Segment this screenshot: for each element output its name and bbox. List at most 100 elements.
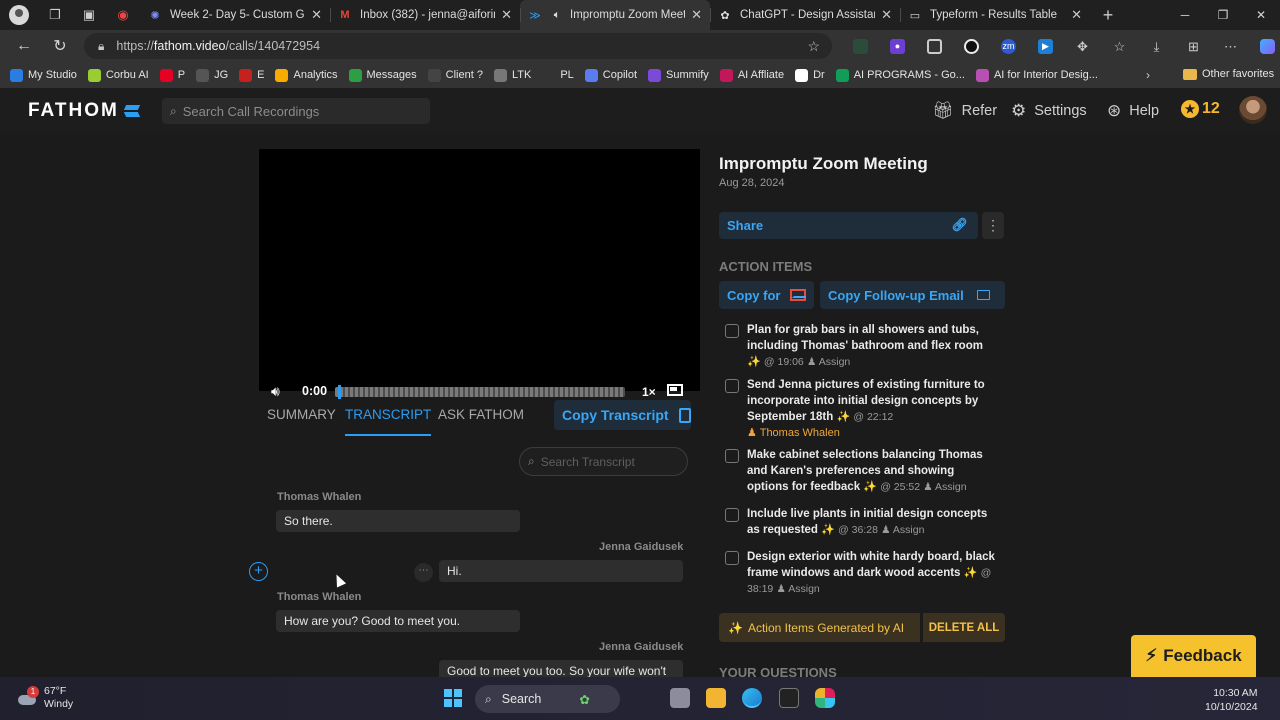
points-badge[interactable]: ★ 12 xyxy=(1181,100,1220,118)
bookmark-item[interactable]: AI for Interior Desig... xyxy=(975,68,1098,82)
close-icon[interactable]: ✕ xyxy=(1071,7,1082,23)
browser-tab[interactable]: M Inbox (382) - jenna@aiforinteri ✕ xyxy=(330,0,520,30)
extension-icon[interactable] xyxy=(916,34,953,58)
assign-link[interactable]: ♟︎ Assign xyxy=(776,583,819,595)
close-icon[interactable]: ✕ xyxy=(501,7,512,23)
bookmark-item[interactable]: Analytics xyxy=(275,68,338,82)
avatar[interactable] xyxy=(1239,96,1267,124)
settings-link[interactable]: ⚙ Settings xyxy=(1011,101,1087,121)
transcript-bubble[interactable]: How are you? Good to meet you. xyxy=(276,610,520,632)
extension-icon[interactable]: zm xyxy=(990,34,1027,58)
call-search-box[interactable]: ⌕ xyxy=(162,98,430,124)
assign-link[interactable]: ♟︎ Assign xyxy=(881,524,924,536)
bookmark-item[interactable]: Messages xyxy=(348,68,417,82)
more-menu-button[interactable]: ⋮ xyxy=(982,212,1004,239)
copy-transcript-button[interactable]: Copy Transcript xyxy=(554,400,691,430)
bookmark-item[interactable]: My Studio xyxy=(10,68,77,82)
transcript-bubble[interactable]: Hi. xyxy=(439,560,683,582)
transcript-bubble[interactable]: So there. xyxy=(276,510,520,532)
copy-for-gmail-button[interactable]: Copy for xyxy=(719,281,814,309)
playback-speed[interactable]: 1× xyxy=(642,385,656,399)
tab-actions-icon[interactable]: ▣ xyxy=(72,0,106,30)
action-item-timestamp[interactable]: @ 25:52 xyxy=(880,481,920,493)
share-button[interactable]: Share 🔗︎ xyxy=(719,212,978,239)
browser-tab[interactable]: ▭ Typeform - Results Table ✕ xyxy=(900,0,1090,30)
extension-icon[interactable] xyxy=(953,34,990,58)
close-window-icon[interactable]: ✕ xyxy=(1242,0,1280,30)
tab-transcript[interactable]: TRANSCRIPT xyxy=(345,407,432,436)
lock-icon[interactable]: 🔒︎ xyxy=(98,39,104,54)
progress-bar[interactable] xyxy=(335,385,625,399)
more-options-icon[interactable]: ⋯ xyxy=(414,563,433,582)
bookmark-item[interactable]: Dr xyxy=(795,68,825,82)
transcript-bubble[interactable]: Good to meet you too. So your wife won't xyxy=(439,660,683,677)
other-favorites[interactable]: Other favorites xyxy=(1183,68,1274,80)
speaker-icon[interactable]: 🔈︎ xyxy=(550,8,564,22)
add-clip-icon[interactable]: + xyxy=(249,562,268,581)
action-item-timestamp[interactable]: @ 22:12 xyxy=(853,411,893,423)
url-field[interactable]: 🔒︎ https://fathom.video/calls/140472954 … xyxy=(84,33,832,59)
volume-icon[interactable]: 🔊︎ xyxy=(271,383,280,400)
help-link[interactable]: ⊛ Help xyxy=(1107,101,1159,121)
more-icon[interactable]: ⋯ xyxy=(1212,34,1249,58)
action-item-checkbox[interactable] xyxy=(725,449,739,463)
miniplayer-icon[interactable] xyxy=(667,384,683,396)
action-item-timestamp[interactable]: @ 36:28 xyxy=(838,524,878,536)
minimize-icon[interactable]: ─ xyxy=(1166,0,1204,30)
profile-icon[interactable] xyxy=(0,0,38,30)
bookmark-item[interactable]: Copilot xyxy=(584,68,637,82)
file-explorer-icon[interactable] xyxy=(706,688,726,708)
bookmark-item[interactable]: E xyxy=(239,68,264,82)
refresh-icon[interactable]: ↻ xyxy=(42,36,78,56)
extension-icon[interactable]: ▶ xyxy=(1027,34,1064,58)
browser-tab[interactable]: ✺ Week 2- Day 5- Custom GPT Pr ✕ xyxy=(140,0,330,30)
call-search-input[interactable] xyxy=(182,103,413,119)
maximize-icon[interactable]: ❐ xyxy=(1204,0,1242,30)
bookmark-item[interactable]: AI Affliate xyxy=(719,68,784,82)
edge-icon[interactable] xyxy=(742,688,762,708)
browser-tab[interactable]: ✿ ChatGPT - Design Assistant ✕ xyxy=(710,0,900,30)
bookmark-item[interactable]: AI PROGRAMS - Go... xyxy=(835,68,965,82)
action-item-checkbox[interactable] xyxy=(725,324,739,338)
tab-ask-fathom[interactable]: ASK FATHOM xyxy=(438,407,524,422)
favorites-icon[interactable]: ☆ xyxy=(1101,34,1138,58)
bookmark-item[interactable]: Client ? xyxy=(427,68,483,82)
bookmark-item[interactable]: Corbu AI xyxy=(87,68,149,82)
favorite-star-icon[interactable]: ☆ xyxy=(807,38,820,55)
assign-link[interactable]: ♟︎ Assign xyxy=(807,356,850,368)
refer-link[interactable]: 🎁︎ Refer xyxy=(932,101,997,121)
system-clock[interactable]: 10:30 AM 10/10/2024 xyxy=(1205,686,1258,714)
delete-all-button[interactable]: DELETE ALL xyxy=(923,613,1005,642)
assign-link[interactable]: ♟︎ Assign xyxy=(923,481,966,493)
transcript-search-box[interactable]: ⌕ xyxy=(519,447,688,476)
taskbar-search[interactable]: ⌕ Search ✿ xyxy=(475,685,620,713)
playhead[interactable] xyxy=(337,385,341,399)
task-view-icon[interactable] xyxy=(670,688,690,708)
bookmark-item[interactable]: PL xyxy=(542,68,574,82)
recording-icon[interactable]: ◉ xyxy=(106,0,140,30)
download-icon[interactable]: ⤓ xyxy=(1138,34,1175,58)
puzzle-icon[interactable]: ✥ xyxy=(1064,34,1101,58)
back-icon[interactable]: ← xyxy=(6,37,42,55)
workspaces-icon[interactable]: ❐ xyxy=(38,0,72,30)
close-icon[interactable]: ✕ xyxy=(881,7,892,23)
weather-widget[interactable]: 1 67°F Windy xyxy=(16,685,73,711)
extension-icon[interactable]: ● xyxy=(879,34,916,58)
copy-followup-email-button[interactable]: Copy Follow-up Email xyxy=(820,281,1005,309)
action-item-checkbox[interactable] xyxy=(725,379,739,393)
action-item-checkbox[interactable] xyxy=(725,508,739,522)
bookmark-item[interactable]: P xyxy=(159,68,185,82)
assignee[interactable]: ♟︎ Thomas Whalen xyxy=(747,427,840,439)
chatgpt-icon[interactable] xyxy=(779,688,799,708)
bookmark-item[interactable]: LTK xyxy=(493,68,531,82)
chevron-right-icon[interactable]: › xyxy=(1146,68,1150,82)
tab-summary[interactable]: SUMMARY xyxy=(267,407,336,422)
bookmark-item[interactable]: JG xyxy=(196,68,228,82)
close-icon[interactable]: ✕ xyxy=(691,7,702,23)
collections-icon[interactable]: ⊞ xyxy=(1175,34,1212,58)
bookmark-item[interactable]: Summify xyxy=(648,68,709,82)
close-icon[interactable]: ✕ xyxy=(311,7,322,23)
extension-icon[interactable] xyxy=(842,34,879,58)
browser-tab-active[interactable]: ≫ 🔈︎ Impromptu Zoom Meeting ✕ xyxy=(520,0,710,30)
slack-icon[interactable] xyxy=(815,688,835,708)
